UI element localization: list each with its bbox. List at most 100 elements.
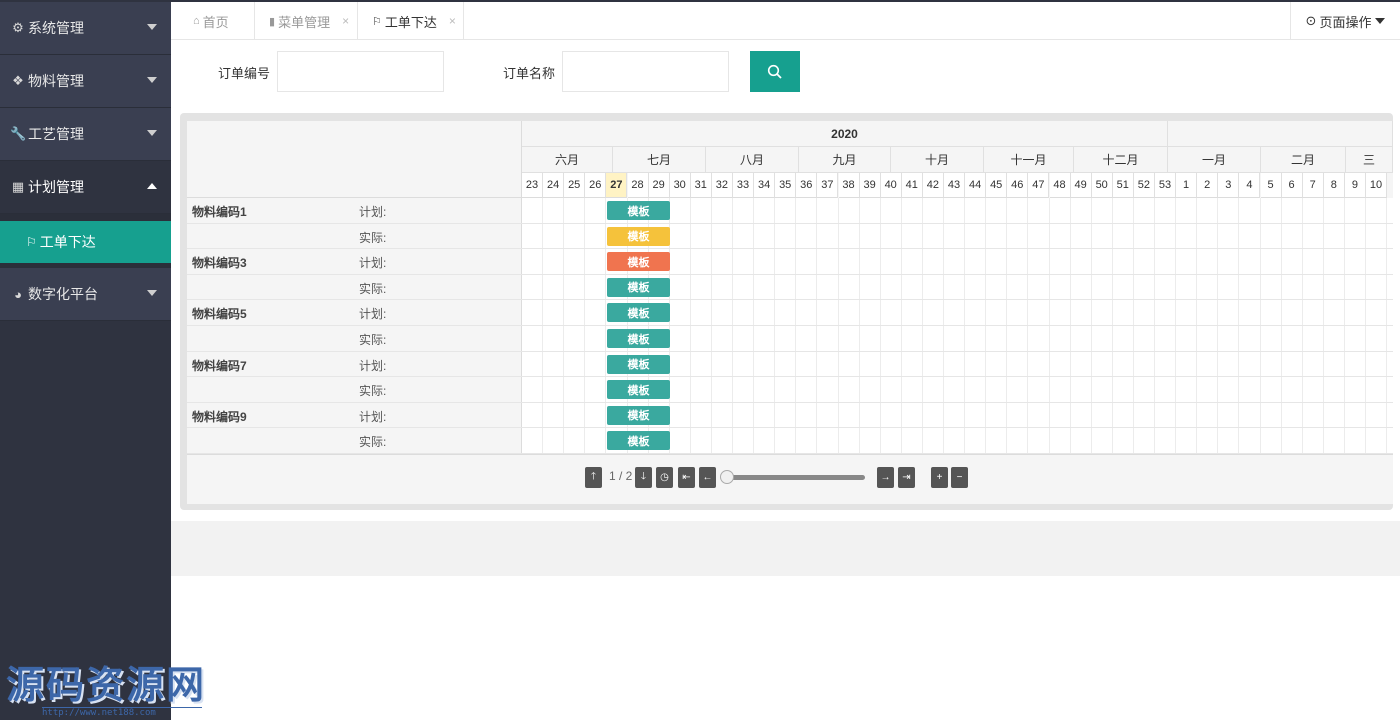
target-icon: ⊙ [1305,13,1317,28]
tab-label: 菜单管理 [278,14,331,30]
tab-menu-management[interactable]: ▮ 菜单管理 × [255,2,358,40]
watermark-text: 源码资源网 [6,662,207,707]
tab-label: 首页 [202,14,229,30]
gantt-row: 物料编码9 计划: 模板 [187,402,1393,429]
week-cell: 52 [1133,173,1155,198]
week-cell: 6 [1281,173,1303,198]
week-cell: 38 [838,173,860,198]
week-cell: 28 [627,173,649,198]
month-cell: 二月 [1261,147,1346,173]
menu-label: 系统管理 [28,20,84,36]
week-cell: 41 [901,173,923,198]
month-cell: 十二月 [1074,147,1168,173]
menu-plan[interactable]: ▦ 计划管理 [0,161,171,214]
week-cell: 51 [1112,173,1134,198]
month-cell: 九月 [799,147,891,173]
task-bar[interactable]: 模板 [607,431,670,451]
flag-icon: ⚐ [372,15,382,28]
row-type: 实际: [359,333,387,347]
month-cell: 八月 [706,147,799,173]
year-cell-next [1168,121,1393,147]
gantt-row: 物料编码3 计划: 模板 [187,249,1393,275]
task-bar[interactable]: 模板 [607,226,670,246]
row-label-cell [187,326,522,351]
row-label-cell [187,377,522,402]
menu-process[interactable]: 🔧 工艺管理 [0,108,171,161]
row-type: 实际: [359,281,387,296]
task-bar[interactable]: 模板 [607,354,670,374]
scroll-last-button[interactable]: ⇥ [898,467,915,488]
week-cell: 39 [859,173,881,198]
row-type: 实际: [359,435,387,450]
order-name-input[interactable] [562,51,729,92]
close-icon[interactable]: × [449,14,456,28]
scroll-right-button[interactable]: → [877,467,894,488]
slider-handle[interactable] [720,470,734,484]
gantt-row: 物料编码7 计划: 模板 [187,351,1393,378]
zoom-in-button[interactable]: + [931,467,948,488]
caret-down-icon [147,24,157,30]
gantt-navigation: 🡑 1 / 2 🡓 ◷ ⇤ ← → ⇥ + − [187,454,1393,504]
week-cell: 23 [522,173,543,198]
menu-system[interactable]: ⚙ 系统管理 [0,2,171,55]
menu-digital-platform[interactable]: ◕ 数字化平台 [0,268,171,321]
menu-material[interactable]: ❖ 物料管理 [0,55,171,108]
submenu-item-work-order[interactable]: ⚐ 工单下达 [0,221,171,263]
page-down-button[interactable]: 🡓 [635,467,652,488]
week-cell: 49 [1070,173,1092,198]
row-type: 实际: [359,384,387,399]
gantt-body: 2020 六月 七月 八月 九月 十月 十一月 十二月 一月 二月三 23 24 25 26 27 28 29… [187,121,1393,504]
row-type: 计划: [359,307,387,322]
week-cell: 46 [1007,173,1029,198]
week-cell: 45 [986,173,1008,198]
scroll-left-button[interactable]: ← [699,467,716,488]
tab-work-order[interactable]: ⚐ 工单下达 × [358,2,464,40]
month-cell: 六月 [522,147,613,173]
material-code: 物料编码3 [192,256,247,271]
material-code: 物料编码1 [192,205,247,219]
scroll-first-button[interactable]: ⇤ [678,467,695,488]
caret-up-icon [147,183,157,189]
month-cell: 三 [1346,147,1393,173]
row-label-cell [187,274,522,300]
week-cell: 27 [606,173,628,198]
watermark: 源码资源网 http://www.net188.com [6,654,206,718]
week-cell: 8 [1323,173,1345,198]
week-cell: 47 [1028,173,1050,198]
week-cell: 31 [690,173,712,198]
search-button[interactable] [750,51,800,92]
page-operations-dropdown[interactable]: ⊙ 页面操作 [1290,2,1400,40]
task-bar[interactable]: 模板 [607,380,670,400]
week-cell: 1 [1176,173,1198,198]
task-bar[interactable]: 模板 [607,405,670,425]
order-name-label: 订单名称 [503,66,556,81]
week-cell: 37 [817,173,839,198]
calendar-icon: ▦ [11,179,25,194]
page-operations-label: 页面操作 [1319,14,1372,30]
gantt-row: 实际: 模板 [187,274,1393,301]
week-cell: 33 [733,173,754,198]
week-cell: 32 [711,173,733,198]
task-bar[interactable]: 模板 [607,201,670,220]
task-bar[interactable]: 模板 [607,277,670,297]
row-type: 计划: [359,205,387,219]
zoom-out-button[interactable]: − [951,467,968,488]
order-no-input[interactable] [277,51,444,92]
content-footer-band [171,521,1400,576]
gantt-row: 物料编码5 计划: 模板 [187,300,1393,326]
task-bar[interactable]: 模板 [607,252,670,272]
caret-down-icon [1375,18,1386,24]
row-label-cell [187,428,522,453]
tab-home[interactable]: ⌂ 首页 [171,2,255,40]
timeline-slider[interactable] [720,470,865,484]
week-cell: 35 [775,173,797,198]
row-type: 计划: [359,256,387,271]
task-bar[interactable]: 模板 [607,303,670,323]
clock-icon[interactable]: ◷ [656,467,673,488]
week-cell: 43 [944,173,965,198]
gantt-row: 物料编码1 计划: 模板 [187,198,1393,224]
gantt-left-header [187,121,522,198]
task-bar[interactable]: 模板 [607,329,670,348]
page-up-button[interactable]: 🡑 [585,467,602,488]
close-icon[interactable]: × [342,14,349,28]
